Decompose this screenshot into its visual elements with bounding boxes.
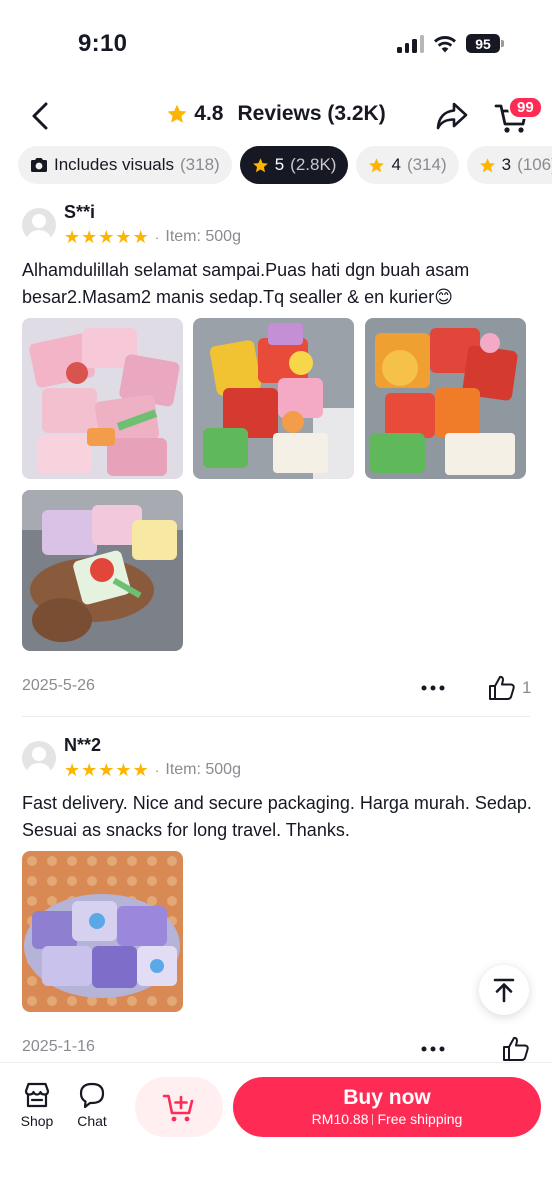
header: 4.8 Reviews (3.2K) 99 bbox=[0, 88, 552, 144]
review-divider bbox=[22, 716, 530, 717]
buy-now-button[interactable]: Buy now RM10.88 Free shipping bbox=[233, 1077, 541, 1137]
buy-now-subtitle: RM10.88 Free shipping bbox=[312, 1110, 463, 1128]
review-date: 2025-5-26 bbox=[22, 677, 95, 694]
star-icon: ★ bbox=[115, 760, 132, 780]
battery-icon: 95 bbox=[466, 34, 504, 53]
camera-icon bbox=[31, 158, 47, 172]
review-meta: ★ ★ ★ ★ ★ · Item: 500g bbox=[64, 228, 241, 246]
bottom-action-bar: Shop Chat Buy now RM10.88 Free shipping bbox=[0, 1062, 552, 1200]
filter-chip-label: 5 bbox=[274, 155, 285, 174]
filter-chip-count: (314) bbox=[406, 155, 447, 174]
cart-button[interactable]: 99 bbox=[492, 96, 543, 134]
like-count: 1 bbox=[522, 678, 532, 697]
review-photo[interactable] bbox=[193, 318, 354, 479]
buy-now-label: Buy now bbox=[343, 1086, 431, 1109]
shipping-info: Free shipping bbox=[377, 1111, 463, 1127]
filter-chip-label: 4 bbox=[391, 155, 401, 174]
avatar[interactable] bbox=[22, 208, 56, 242]
star-rating: ★ ★ ★ ★ ★ bbox=[64, 228, 149, 246]
shop-label: Shop bbox=[20, 1113, 54, 1129]
avatar[interactable] bbox=[22, 741, 56, 775]
star-icon: ★ bbox=[64, 760, 81, 780]
star-icon: ★ bbox=[81, 760, 98, 780]
review-card: S**i ★ ★ ★ ★ ★ · Item: 500g Alhamdulillah se… bbox=[0, 202, 552, 714]
star-icon: ★ bbox=[132, 760, 149, 780]
review-meta: ★ ★ ★ ★ ★ · Item: 500g bbox=[64, 761, 241, 779]
star-rating: ★ ★ ★ ★ ★ bbox=[64, 761, 149, 779]
chat-label: Chat bbox=[77, 1113, 107, 1129]
thumbs-up-icon bbox=[489, 675, 515, 700]
average-rating: 4.8 bbox=[194, 102, 224, 125]
more-options-button[interactable] bbox=[418, 674, 448, 702]
filter-chip-count: (318) bbox=[180, 155, 220, 174]
more-dots-icon bbox=[421, 685, 445, 691]
status-bar: 9:10 95 bbox=[0, 0, 552, 80]
star-icon: ★ bbox=[64, 227, 81, 247]
filter-chip-visuals[interactable]: Includes visuals (318) bbox=[18, 146, 232, 184]
review-footer: 2025-5-26 1 bbox=[22, 674, 531, 702]
reviews-title: Reviews (3.2K) bbox=[237, 102, 386, 125]
reviewer-name: N**2 bbox=[64, 735, 102, 755]
star-icon bbox=[369, 157, 385, 172]
chat-bubble-icon bbox=[79, 1082, 105, 1109]
review-photo[interactable] bbox=[22, 318, 183, 479]
filter-chip-count: (2.8K) bbox=[290, 155, 337, 174]
review-photo[interactable] bbox=[22, 851, 183, 1012]
review-text: Alhamdulillah selamat sampai.Puas hati d… bbox=[22, 260, 470, 307]
cellular-signal-icon bbox=[397, 34, 424, 53]
like-button[interactable] bbox=[502, 1035, 536, 1063]
rating-filters: Includes visuals (318) 5 (2.8K) 4 (314) … bbox=[18, 146, 552, 184]
status-time: 9:10 bbox=[78, 30, 128, 57]
star-icon: ★ bbox=[132, 227, 149, 247]
share-icon bbox=[436, 102, 468, 130]
like-button[interactable]: 1 bbox=[488, 674, 531, 702]
review-variant: Item: 500g bbox=[165, 228, 241, 245]
filter-chip-label: Includes visuals bbox=[54, 155, 175, 174]
star-icon: ★ bbox=[81, 227, 98, 247]
filter-chip-4-star[interactable]: 4 (314) bbox=[356, 146, 459, 184]
star-icon: ★ bbox=[115, 227, 132, 247]
reviewer-name: S**i bbox=[64, 202, 96, 222]
filter-chip-count: (106) bbox=[517, 155, 552, 174]
star-icon bbox=[252, 157, 268, 172]
review-card: N**2 ★ ★ ★ ★ ★ · Item: 500g Fast delivery. N… bbox=[0, 735, 552, 1065]
price: RM10.88 bbox=[311, 1111, 369, 1127]
star-icon bbox=[479, 157, 495, 172]
more-dots-icon bbox=[421, 1046, 445, 1052]
battery-level: 95 bbox=[466, 34, 500, 53]
share-button[interactable] bbox=[432, 98, 472, 134]
arrow-up-to-line-icon bbox=[493, 978, 515, 1003]
filter-chip-3-star[interactable]: 3 (106) bbox=[466, 146, 552, 184]
review-date: 2025-1-16 bbox=[22, 1038, 95, 1055]
star-icon: ★ bbox=[98, 760, 115, 780]
meta-separator: · bbox=[154, 229, 160, 245]
cart-badge: 99 bbox=[508, 96, 543, 119]
shop-icon bbox=[24, 1082, 50, 1108]
review-photo[interactable] bbox=[22, 490, 183, 651]
wifi-icon bbox=[434, 35, 456, 52]
scroll-to-top-button[interactable] bbox=[479, 965, 529, 1015]
add-to-cart-icon bbox=[162, 1094, 194, 1122]
filter-chip-label: 3 bbox=[501, 155, 512, 174]
review-footer: 2025-1-16 bbox=[22, 1035, 530, 1063]
review-variant: Item: 500g bbox=[165, 761, 241, 778]
shop-button[interactable]: Shop bbox=[13, 1081, 61, 1137]
review-text: Fast delivery. Nice and secure packaging… bbox=[22, 793, 532, 840]
add-to-cart-button[interactable] bbox=[135, 1077, 223, 1137]
star-icon bbox=[167, 104, 187, 123]
more-options-button[interactable] bbox=[418, 1035, 448, 1063]
star-icon: ★ bbox=[98, 227, 115, 247]
meta-separator: · bbox=[154, 762, 160, 778]
review-photo[interactable] bbox=[365, 318, 526, 479]
filter-chip-5-star[interactable]: 5 (2.8K) bbox=[239, 146, 349, 184]
status-icons: 95 bbox=[397, 34, 504, 53]
thumbs-up-icon bbox=[503, 1036, 529, 1061]
chat-button[interactable]: Chat bbox=[68, 1081, 116, 1137]
